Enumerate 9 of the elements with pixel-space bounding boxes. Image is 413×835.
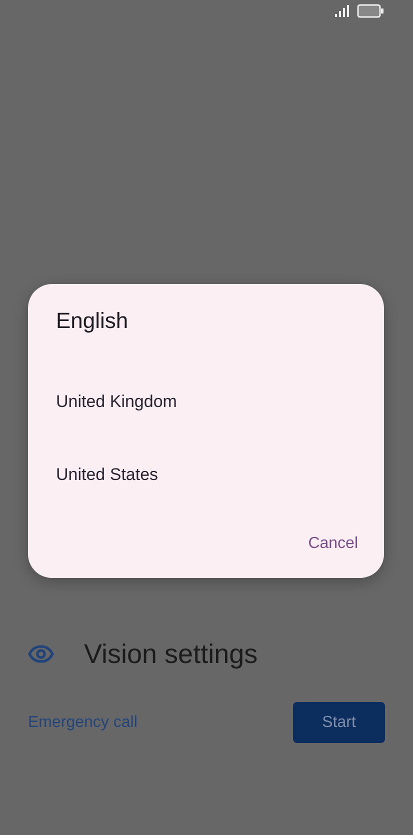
vision-settings-label[interactable]: Vision settings bbox=[84, 638, 258, 670]
battery-icon bbox=[357, 4, 384, 18]
language-option[interactable]: United Kingdom bbox=[56, 392, 177, 412]
language-option[interactable]: United States bbox=[56, 465, 158, 485]
eye-icon bbox=[28, 645, 54, 663]
dialog-title: English bbox=[56, 308, 130, 334]
signal-icon bbox=[335, 5, 351, 17]
cancel-button[interactable]: Cancel bbox=[308, 535, 358, 553]
start-button[interactable]: Start bbox=[293, 702, 385, 743]
